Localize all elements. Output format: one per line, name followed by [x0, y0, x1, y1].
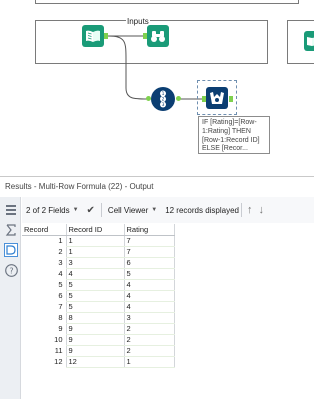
- record-id-cell[interactable]: 9: [65, 334, 124, 346]
- record-id-cell[interactable]: 1: [65, 246, 124, 258]
- results-toolbar: 2 of 2 Fields ▼ ✔ Cell Viewer ▼ 12 recor…: [22, 197, 314, 223]
- rating-cell[interactable]: 6: [123, 257, 175, 269]
- arrow-down-icon[interactable]: ↓: [256, 204, 268, 216]
- record-number-cell[interactable]: 3: [22, 257, 66, 268]
- record-number-cell[interactable]: 7: [22, 301, 66, 312]
- rating-cell[interactable]: 3: [123, 312, 175, 324]
- record-id-cell[interactable]: 5: [65, 301, 124, 313]
- record-number-cell[interactable]: 2: [22, 246, 66, 257]
- rating-cell[interactable]: 7: [123, 246, 175, 258]
- rating-cell[interactable]: 2: [123, 345, 175, 357]
- record-id-cell[interactable]: 3: [65, 257, 124, 269]
- output-anchor[interactable]: [176, 96, 181, 101]
- record-id-cell[interactable]: 9: [65, 345, 124, 357]
- results-side-rail: ?: [0, 197, 21, 399]
- toolbar-divider: [100, 203, 102, 217]
- rating-cell[interactable]: 5: [123, 268, 175, 280]
- binoculars-icon: [151, 31, 165, 42]
- input-data-tool[interactable]: [82, 25, 104, 47]
- record-id-cell[interactable]: 8: [65, 312, 124, 324]
- rating-cell[interactable]: 1: [123, 356, 175, 368]
- fields-label: 2 of 2 Fields: [26, 205, 70, 215]
- record-id-cell[interactable]: 12: [65, 356, 124, 368]
- table-row[interactable]: 754: [22, 301, 175, 313]
- table-view-icon[interactable]: [4, 203, 18, 217]
- grid-header-row: Record Record ID Rating: [22, 224, 175, 236]
- rating-cell[interactable]: 4: [123, 301, 175, 313]
- results-panel: Results - Multi-Row Formula (22) - Outpu…: [0, 176, 314, 399]
- chevron-down-icon: ▼: [72, 207, 79, 213]
- grid-body: 1 1 7 2 1 7 3 3 6 4 4 5 5 5 4 6 5 4 7 5 4 8 8 3 9 9 2 10 9 2 11 9 2 12 12 1: [22, 235, 175, 368]
- rating-cell[interactable]: 2: [123, 334, 175, 346]
- svg-text:3: 3: [162, 102, 165, 108]
- results-body: ? 2 of 2 Fields ▼ ✔ Cell Viewer ▼ 12 rec…: [0, 197, 314, 399]
- record-number-cell[interactable]: 5: [22, 279, 66, 290]
- help-icon[interactable]: ?: [4, 263, 18, 277]
- cell-viewer-dropdown[interactable]: Cell Viewer ▼: [104, 201, 161, 219]
- table-row[interactable]: 217: [22, 246, 175, 258]
- record-number-cell[interactable]: 6: [22, 290, 66, 301]
- rating-cell[interactable]: 4: [123, 279, 175, 291]
- book-icon: [307, 37, 314, 46]
- record-number-cell[interactable]: 9: [22, 323, 66, 334]
- column-header-rating[interactable]: Rating: [123, 224, 175, 236]
- record-number-cell[interactable]: 4: [22, 268, 66, 279]
- record-number-cell[interactable]: 10: [22, 334, 66, 345]
- data-view-icon[interactable]: [4, 243, 18, 257]
- svg-text:1: 1: [162, 91, 165, 97]
- table-row[interactable]: 883: [22, 312, 175, 324]
- table-row[interactable]: 554: [22, 279, 175, 291]
- multi-row-formula-tool[interactable]: [206, 87, 228, 109]
- record-number-cell[interactable]: 12: [22, 356, 66, 367]
- table-row[interactable]: 992: [22, 323, 175, 335]
- book-icon: [86, 30, 100, 42]
- table-row[interactable]: 117: [22, 235, 175, 247]
- check-icon: ✔: [86, 204, 95, 216]
- rating-cell[interactable]: 4: [123, 290, 175, 302]
- apply-button[interactable]: ✔: [83, 201, 99, 219]
- svg-text:?: ?: [9, 266, 13, 275]
- record-id-cell[interactable]: 4: [65, 268, 124, 280]
- table-row[interactable]: 10 9 2: [22, 334, 175, 346]
- table-row[interactable]: 654: [22, 290, 175, 302]
- svg-text:2: 2: [162, 97, 165, 103]
- rating-cell[interactable]: 7: [123, 235, 175, 247]
- workflow-canvas[interactable]: Inputs 1 2 3 IF [Rating]=[Row- 1:Rating]…: [0, 0, 314, 176]
- chevron-down-icon: ▼: [151, 207, 158, 213]
- record-id-icon: 1 2 3: [160, 90, 166, 108]
- cell-viewer-label: Cell Viewer: [107, 205, 149, 215]
- record-id-cell[interactable]: 5: [65, 290, 124, 302]
- results-title: Results - Multi-Row Formula (22) - Outpu…: [0, 177, 314, 197]
- table-row[interactable]: 12 12 1: [22, 356, 175, 368]
- record-id-tool[interactable]: 1 2 3: [151, 87, 175, 111]
- record-number-cell[interactable]: 8: [22, 312, 66, 323]
- records-count: 12 records displayed: [165, 205, 240, 215]
- results-grid: Record Record ID Rating 1172173364455546…: [22, 224, 175, 368]
- table-row[interactable]: 336: [22, 257, 175, 269]
- column-header-record-id[interactable]: Record ID: [65, 224, 124, 236]
- column-header-record[interactable]: Record: [22, 224, 66, 236]
- record-id-cell[interactable]: 9: [65, 323, 124, 335]
- record-id-cell[interactable]: 1: [65, 235, 124, 247]
- rating-cell[interactable]: 2: [123, 323, 175, 335]
- multi-row-formula-icon: [210, 92, 224, 104]
- fields-dropdown[interactable]: 2 of 2 Fields ▼: [22, 201, 83, 219]
- record-number-cell[interactable]: 1: [22, 235, 66, 246]
- tool-annotation: IF [Rating]=[Row- 1:Rating] THEN [Row-1:…: [198, 116, 270, 154]
- record-number-cell[interactable]: 11: [22, 345, 66, 356]
- output-anchor[interactable]: [229, 96, 233, 102]
- record-id-cell[interactable]: 5: [65, 279, 124, 291]
- browse-tool[interactable]: [147, 25, 169, 47]
- partial-tool[interactable]: [304, 31, 314, 51]
- arrow-up-icon[interactable]: ↑: [244, 204, 256, 216]
- toolbar-divider: [241, 203, 243, 217]
- table-row[interactable]: 11 9 2: [22, 345, 175, 357]
- sigma-icon[interactable]: [4, 223, 18, 237]
- output-anchor[interactable]: [104, 33, 108, 39]
- table-row[interactable]: 445: [22, 268, 175, 280]
